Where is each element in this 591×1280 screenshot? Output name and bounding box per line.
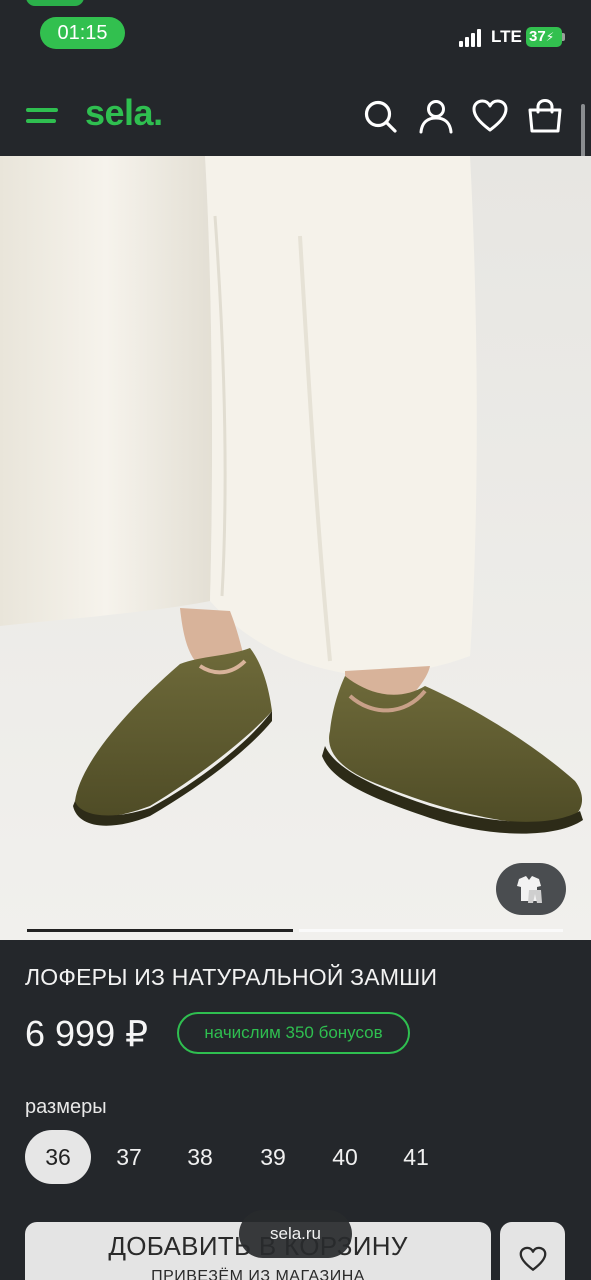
size-option-41[interactable]: 41 (383, 1130, 449, 1184)
bonus-badge: начислим 350 бонусов (177, 1012, 410, 1054)
heart-icon[interactable] (472, 98, 508, 134)
signal-icon (459, 29, 485, 47)
clothing-icon (517, 876, 542, 903)
outfit-button[interactable] (496, 863, 566, 915)
delivery-note: ПРИВЕЗЁМ ИЗ МАГАЗИНА (151, 1268, 365, 1280)
heart-icon (519, 1246, 547, 1271)
site-header: sela. (0, 80, 591, 156)
size-option-36[interactable]: 36 (25, 1130, 91, 1184)
product-gallery[interactable] (0, 156, 591, 940)
browser-url-bar[interactable]: sela.ru (239, 1210, 352, 1258)
status-time: 01:15 (40, 17, 125, 49)
gallery-indicator (299, 929, 563, 932)
size-option-37[interactable]: 37 (96, 1130, 162, 1184)
size-option-38[interactable]: 38 (167, 1130, 233, 1184)
network-type: LTE (491, 27, 522, 46)
product-image (0, 156, 591, 940)
product-title: ЛОФЕРЫ ИЗ НАТУРАЛЬНОЙ ЗАМШИ (25, 964, 438, 990)
site-logo[interactable]: sela. (85, 92, 163, 134)
size-option-39[interactable]: 39 (240, 1130, 306, 1184)
search-icon[interactable] (362, 98, 398, 134)
status-bar: 01:15 LTE 37⚡ (0, 0, 591, 80)
battery-tip (562, 33, 565, 41)
product-price: 6 999 ₽ (25, 1013, 148, 1054)
status-indicator (26, 0, 84, 6)
battery-level: 37 (529, 28, 546, 45)
gallery-indicator-active (27, 929, 293, 932)
charging-icon: ⚡ (545, 30, 555, 44)
sizes-label: размеры (25, 1096, 107, 1118)
user-icon[interactable] (418, 98, 454, 134)
battery-icon: 37⚡ (526, 27, 562, 47)
favorite-button[interactable] (500, 1222, 565, 1280)
size-option-40[interactable]: 40 (312, 1130, 378, 1184)
menu-icon[interactable] (26, 105, 58, 127)
shopping-bag-icon[interactable] (527, 98, 563, 134)
